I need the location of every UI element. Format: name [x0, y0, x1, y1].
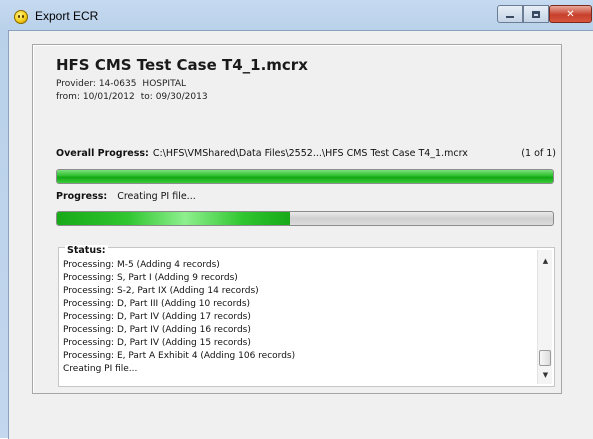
scroll-up-icon[interactable]: ▲ [538, 254, 553, 268]
provider-name: HOSPITAL [142, 79, 187, 89]
date-range: from: 10/01/2012 to: 09/30/2013 [56, 92, 208, 102]
close-icon: ✕ [566, 8, 575, 20]
status-log-line: Processing: M-5 (Adding 4 records) [63, 260, 220, 270]
title-bar[interactable]: Export ECR ✕ [0, 0, 593, 31]
progress-label: Progress: [56, 191, 108, 202]
overall-progress-bar [56, 169, 554, 184]
status-log-line: Creating PI file... [63, 364, 138, 374]
minimize-button[interactable] [497, 5, 523, 23]
overall-progress-fill [57, 170, 553, 183]
from-label: from: [56, 92, 80, 102]
status-log-line: Processing: D, Part III (Adding 10 recor… [63, 299, 251, 309]
progress-fill [57, 212, 291, 225]
scroll-thumb[interactable] [539, 350, 551, 366]
app-smiley-icon [14, 10, 28, 24]
from-date: 10/01/2012 [82, 92, 135, 102]
to-label: to: [140, 92, 153, 102]
status-log-line: Processing: E, Part A Exhibit 4 (Adding … [63, 351, 296, 361]
status-label: Status: [65, 245, 108, 256]
progress-bar [56, 211, 554, 226]
status-log-line: Processing: S, Part I (Adding 9 records) [63, 273, 238, 283]
status-log[interactable]: Processing: M-5 (Adding 4 records) Proces… [63, 259, 533, 385]
maximize-icon [532, 10, 540, 18]
export-panel: HFS CMS Test Case T4_1.mcrx Provider: 14… [32, 44, 562, 394]
status-scrollbar[interactable]: ▲ ▼ [537, 250, 552, 384]
overall-progress-count: (1 of 1) [521, 148, 556, 159]
close-button[interactable]: ✕ [549, 5, 592, 23]
export-ecr-window: Export ECR ✕ HFS CMS Test Case T4_1.mcrx… [0, 0, 593, 439]
status-log-line: Processing: D, Part IV (Adding 17 record… [63, 312, 251, 322]
overall-progress-row: Overall Progress: C:\HFS\VMShared\Data Fi… [56, 148, 556, 162]
overall-progress-label: Overall Progress: [56, 148, 149, 159]
status-group: Status: Processing: M-5 (Adding 4 record… [58, 245, 555, 387]
to-date: 09/30/2013 [155, 92, 208, 102]
window-title: Export ECR [35, 9, 99, 23]
provider-id: 14-0635 [98, 79, 137, 89]
file-title: HFS CMS Test Case T4_1.mcrx [56, 56, 308, 74]
minimize-icon [506, 16, 514, 18]
scroll-down-icon[interactable]: ▼ [538, 368, 553, 382]
provider-label: Provider: [56, 79, 96, 89]
progress-text: Creating PI file... [117, 191, 196, 202]
progress-row: Progress: Creating PI file... [56, 191, 196, 205]
dialog-client-area: HFS CMS Test Case T4_1.mcrx Provider: 14… [8, 30, 593, 439]
overall-progress-path: C:\HFS\VMShared\Data Files\2552...\HFS C… [152, 148, 468, 159]
provider-info: Provider: 14-0635 HOSPITAL [56, 79, 186, 89]
status-log-line: Processing: S-2, Part IX (Adding 14 reco… [63, 286, 259, 296]
maximize-button[interactable] [523, 5, 549, 23]
status-log-line: Processing: D, Part IV (Adding 15 record… [63, 338, 251, 348]
status-log-line: Processing: D, Part IV (Adding 16 record… [63, 325, 251, 335]
